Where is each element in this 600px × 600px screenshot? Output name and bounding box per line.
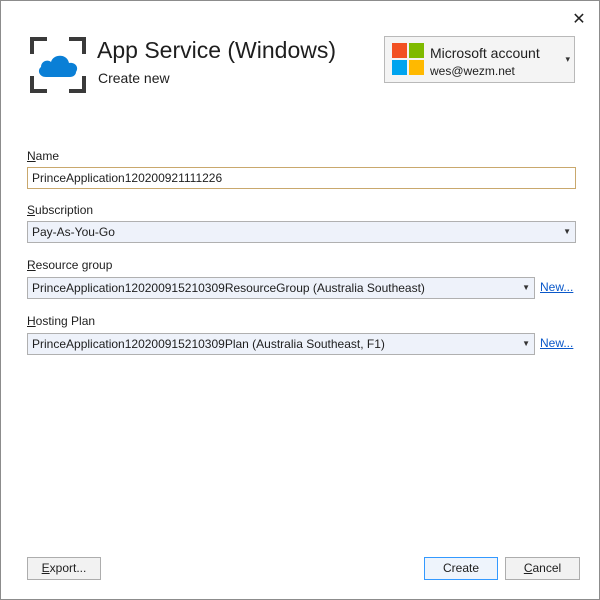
cancel-button[interactable]: Cancel [505, 557, 580, 580]
name-input[interactable]: PrinceApplication120200921111226 [27, 167, 576, 189]
create-button[interactable]: Create [424, 557, 498, 580]
resource-group-dropdown[interactable]: PrinceApplication120200915210309Resource… [27, 277, 535, 299]
subscription-label: Subscription [27, 203, 94, 217]
new-resource-group-link[interactable]: New... [540, 280, 573, 294]
subscription-dropdown[interactable]: Pay-As-You-Go ▼ [27, 221, 576, 243]
hosting-plan-label: Hosting Plan [27, 314, 96, 328]
dialog-subtitle: Create new [98, 70, 170, 86]
create-app-service-dialog: ✕ App Service (Windows) Create new Micro… [0, 0, 600, 600]
resource-group-value: PrinceApplication120200915210309Resource… [32, 281, 425, 295]
microsoft-logo-icon [392, 43, 424, 75]
name-label: Name [27, 149, 60, 163]
chevron-down-icon: ▼ [522, 339, 530, 348]
app-service-icon [30, 37, 86, 93]
chevron-down-icon: ▼ [522, 283, 530, 292]
new-hosting-plan-link[interactable]: New... [540, 336, 573, 350]
account-picker[interactable]: Microsoft account wes@wezm.net ▾ [384, 36, 575, 83]
account-email: wes@wezm.net [430, 64, 515, 78]
close-icon: ✕ [572, 11, 586, 28]
resource-group-label: Resource group [27, 258, 113, 272]
chevron-down-icon: ▼ [563, 227, 571, 236]
dialog-title: App Service (Windows) [97, 37, 337, 63]
close-button[interactable]: ✕ [569, 10, 589, 30]
export-button[interactable]: Export... [27, 557, 101, 580]
hosting-plan-value: PrinceApplication120200915210309Plan (Au… [32, 337, 385, 351]
subscription-value: Pay-As-You-Go [32, 225, 115, 239]
hosting-plan-dropdown[interactable]: PrinceApplication120200915210309Plan (Au… [27, 333, 535, 355]
chevron-down-icon: ▾ [565, 54, 570, 64]
account-name: Microsoft account [430, 45, 540, 61]
